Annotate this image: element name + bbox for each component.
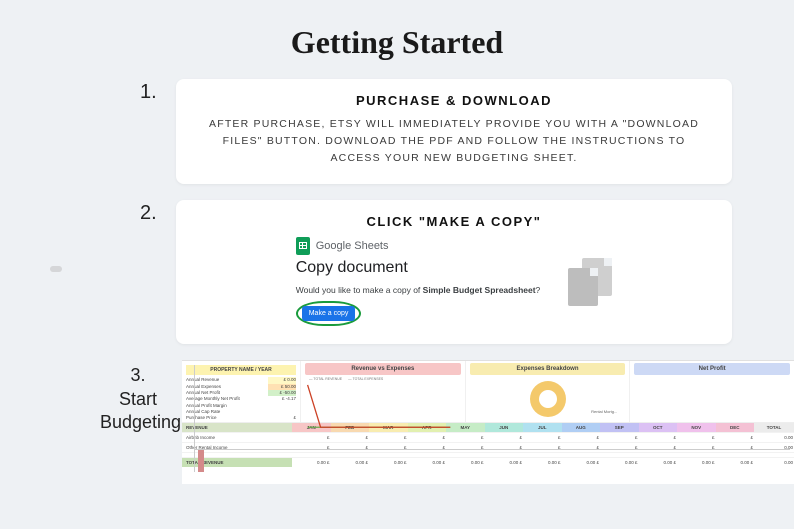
copy-dialog: Google Sheets Copy document Would you li… bbox=[200, 237, 708, 326]
step-3-label: 3. Start Budgeting bbox=[100, 360, 176, 434]
make-copy-highlight: Make a copy bbox=[296, 301, 362, 326]
google-sheets-label: Google Sheets bbox=[316, 240, 389, 252]
spreadsheet-preview: PROPERTY NAME / YEAR Annual Revenue£ 0.0… bbox=[182, 360, 794, 484]
make-copy-button[interactable]: Make a copy bbox=[302, 306, 356, 321]
copy-dialog-question: Would you like to make a copy of Simple … bbox=[296, 285, 541, 295]
copy-files-icon bbox=[568, 258, 612, 306]
copy-dialog-title: Copy document bbox=[296, 259, 408, 277]
page-title: Getting Started bbox=[0, 0, 794, 79]
carousel-indicator-icon[interactable] bbox=[50, 266, 62, 272]
step-1-body: AFTER PURCHASE, ETSY WILL IMMEDIATELY PR… bbox=[200, 116, 708, 166]
chart-net-profit: Net Profit bbox=[629, 361, 794, 422]
step-1: 1. PURCHASE & DOWNLOAD AFTER PURCHASE, E… bbox=[0, 79, 794, 184]
google-sheets-icon bbox=[296, 237, 310, 255]
step-2: 2. CLICK "MAKE A COPY" Google Sheets Cop… bbox=[0, 200, 794, 344]
step-1-card: PURCHASE & DOWNLOAD AFTER PURCHASE, ETSY… bbox=[176, 79, 732, 184]
step-2-heading: CLICK "MAKE A COPY" bbox=[200, 214, 708, 229]
step-2-card: CLICK "MAKE A COPY" Google Sheets Copy d… bbox=[176, 200, 732, 344]
step-1-heading: PURCHASE & DOWNLOAD bbox=[200, 93, 708, 108]
step-2-number: 2. bbox=[140, 200, 176, 225]
step-3: 3. Start Budgeting PROPERTY NAME / YEAR … bbox=[0, 360, 794, 484]
step-1-number: 1. bbox=[140, 79, 176, 104]
